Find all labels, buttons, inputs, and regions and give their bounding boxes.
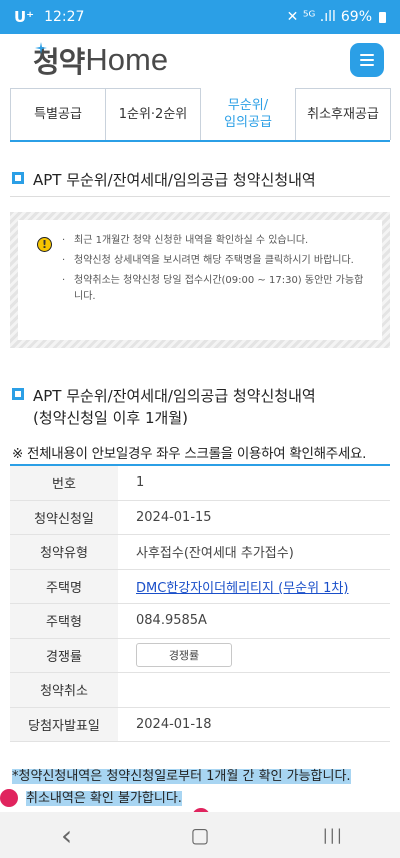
tab-unranked-optional[interactable]: 무순위/ 임의공급 — [200, 88, 296, 140]
table-row: 주택형 084.9585A — [10, 604, 390, 639]
divider — [10, 196, 390, 197]
housing-name-link[interactable]: DMC한강자이더헤리티지 (무순위 1차) — [118, 570, 390, 604]
tab-rank-1-2[interactable]: 1순위·2순위 — [105, 88, 201, 140]
row-value: 1 — [136, 475, 145, 491]
battery-icon — [379, 11, 386, 23]
tab-bar: 특별공급 1순위·2순위 무순위/ 임의공급 취소후재공급 — [10, 88, 391, 142]
home-icon[interactable]: ▢ — [180, 820, 220, 850]
competition-rate-button[interactable]: 경쟁률 — [136, 643, 232, 668]
table-row: 주택명 DMC한강자이더헤리티지 (무순위 1차) — [10, 569, 390, 604]
table-row: 청약유형 사후접수(잔여세대 추가접수) — [10, 535, 390, 570]
section-subtitle: (청약신청일 이후 1개월) — [33, 409, 188, 427]
hamburger-line — [360, 64, 374, 66]
tab-label: 취소후재공급 — [307, 107, 379, 122]
table-row: 당첨자발표일 2024-01-18 — [10, 707, 390, 742]
row-value: 경쟁률 — [118, 639, 390, 673]
row-value — [118, 673, 390, 707]
battery-level: 69% — [340, 9, 372, 25]
app-header: 청약 Home — [0, 34, 400, 86]
row-label: 번호 — [10, 466, 118, 500]
row-label: 주택명 — [10, 569, 118, 603]
logo-star-icon — [35, 42, 47, 54]
table-row: 청약취소 — [10, 673, 390, 708]
menu-button[interactable] — [350, 43, 384, 77]
hamburger-line — [360, 59, 374, 61]
warning-icon: ! — [37, 237, 52, 252]
hamburger-menu-icon — [360, 54, 374, 56]
status-icons: ✕ ⁵ᴳ .ıll — [286, 9, 336, 25]
notice-box: ! 최근 1개월간 청약 신청한 내역을 확인하실 수 있습니다. 청약신청 상… — [10, 212, 390, 348]
row-value: 2024-01-15 — [136, 509, 212, 525]
row-value: 사후접수(잔여세대 추가접수) — [136, 546, 294, 562]
carrier-label: U⁺ — [14, 8, 35, 26]
notice-line: 청약취소는 청약신청 당일 접수시간(09:00 ~ 17:30) 동안만 가능… — [60, 273, 372, 305]
row-label: 당첨자발표일 — [10, 707, 118, 741]
table-row: 경쟁률 경쟁률 — [10, 638, 390, 673]
system-nav-bar: ‹ ▢ ||| — [0, 812, 400, 858]
note-line-2[interactable]: 취소내역은 확인 불가합니다. — [26, 791, 182, 806]
tab-re-supply[interactable]: 취소후재공급 — [295, 88, 391, 140]
square-bullet-icon — [12, 388, 24, 400]
table-row: 번호 1 — [10, 466, 390, 501]
notice-content: ! 최근 1개월간 청약 신청한 내역을 확인하실 수 있습니다. 청약신청 상… — [18, 220, 382, 340]
row-label: 청약유형 — [10, 535, 118, 569]
section-title-text: APT 무순위/잔여세대/임의공급 청약신청내역 — [33, 387, 316, 405]
row-label: 청약취소 — [10, 673, 118, 707]
application-table: 번호 1 청약신청일 2024-01-15 청약유형 사후접수(잔여세대 추가접… — [10, 464, 390, 742]
clock: 12:27 — [44, 9, 85, 25]
table-row: 청약신청일 2024-01-15 — [10, 500, 390, 535]
tab-label: 1순위·2순위 — [118, 107, 188, 122]
row-label: 청약신청일 — [10, 500, 118, 534]
logo[interactable]: 청약 Home — [33, 36, 168, 84]
section-title-2: APT 무순위/잔여세대/임의공급 청약신청내역 (청약신청일 이후 1개월) — [12, 385, 316, 429]
logo-english: Home — [85, 42, 169, 77]
section-title: APT 무순위/잔여세대/임의공급 청약신청내역 — [12, 169, 316, 190]
selection-start-handle[interactable] — [0, 789, 18, 807]
tab-label: 특별공급 — [34, 107, 82, 122]
note-line-1[interactable]: *청약신청내역은 청약신청일로부터 1개월 간 확인 가능합니다. — [12, 769, 351, 784]
recents-icon[interactable]: ||| — [313, 820, 353, 850]
row-value: 2024-01-18 — [136, 716, 212, 732]
tab-label: 무순위/ 임의공급 — [224, 98, 272, 130]
tab-special-supply[interactable]: 특별공급 — [10, 88, 106, 140]
notice-line: 최근 1개월간 청약 신청한 내역을 확인하실 수 있습니다. — [60, 233, 372, 249]
square-bullet-icon — [12, 172, 24, 184]
bottom-note: *청약신청내역은 청약신청일로부터 1개월 간 확인 가능합니다. 취소내역은 … — [12, 766, 351, 810]
scroll-hint: ※ 전체내용이 안보일경우 좌우 스크롤을 이용하여 확인해주세요. — [12, 446, 367, 462]
row-label: 경쟁률 — [10, 638, 118, 672]
notice-line: 청약신청 상세내역을 보시려면 해당 주택명을 클릭하시기 바랍니다. — [60, 253, 372, 269]
section-title-text: APT 무순위/잔여세대/임의공급 청약신청내역 — [33, 171, 316, 189]
row-label: 주택형 — [10, 604, 118, 638]
back-icon[interactable]: ‹ — [47, 819, 87, 852]
status-bar: U⁺ 12:27 ✕ ⁵ᴳ .ıll 69% — [0, 0, 400, 34]
row-value: 084.9585A — [136, 613, 207, 629]
